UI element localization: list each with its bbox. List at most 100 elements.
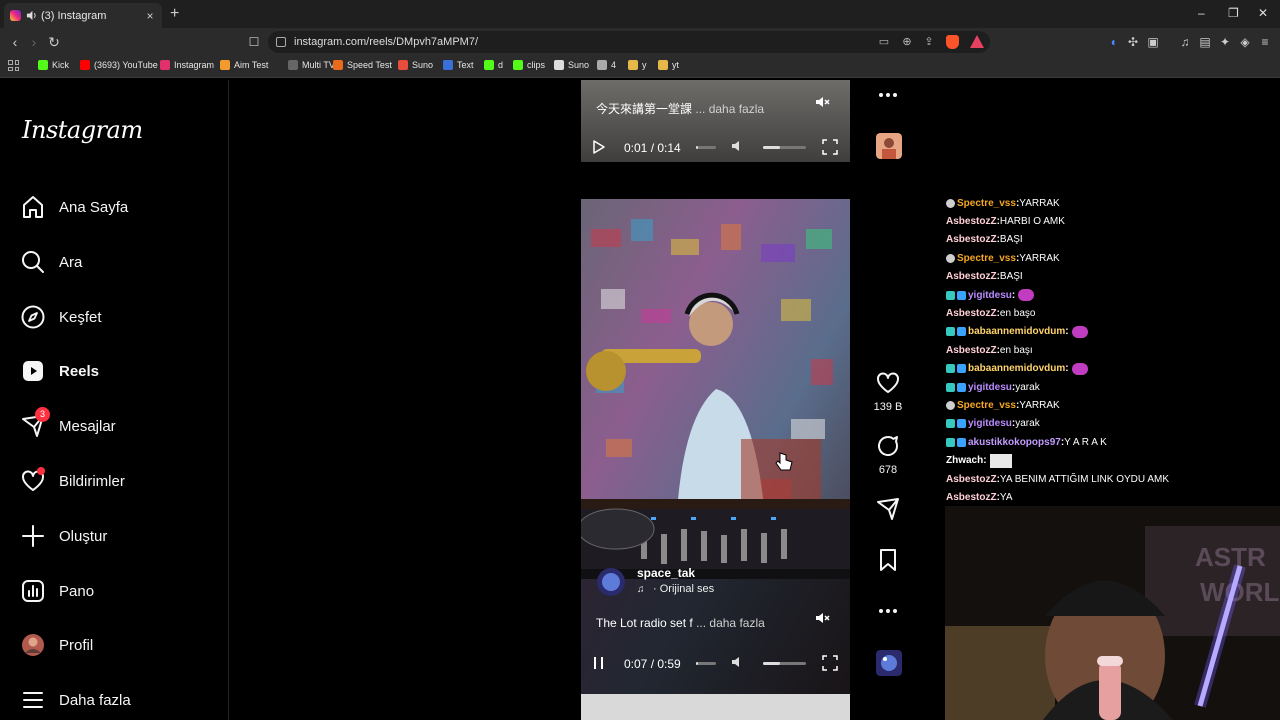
nav-notifications[interactable]: Bildirimler — [20, 466, 220, 496]
bookmark-item[interactable]: (3693) YouTube — [80, 60, 158, 70]
nav-reels[interactable]: Reels — [20, 356, 220, 386]
menu-icon[interactable]: ≡ — [1258, 35, 1272, 49]
chat-username[interactable]: yigitdesu — [968, 290, 1012, 301]
chat-username[interactable]: AsbestozZ — [946, 234, 997, 245]
nav-explore[interactable]: Keşfet — [20, 302, 220, 332]
bookmark-icon — [484, 60, 494, 70]
comment-icon[interactable] — [875, 433, 901, 459]
browser-tab[interactable]: (3) Instagram × — [4, 3, 162, 28]
more-options-icon[interactable] — [875, 598, 901, 624]
new-tab-button[interactable]: + — [170, 5, 179, 23]
chat-text: yarak — [1015, 381, 1040, 393]
share-icon[interactable]: ⇪ — [922, 35, 936, 49]
reel-next[interactable] — [581, 694, 850, 720]
bookmark-item[interactable]: Multi TV — [288, 60, 335, 70]
chat-username[interactable]: Spectre_vss — [957, 198, 1016, 209]
bookmark-item[interactable]: y — [628, 60, 647, 70]
reload-button[interactable]: ↻ — [45, 33, 63, 51]
sidebar-icon[interactable]: ▣ — [1146, 35, 1160, 49]
chat-username[interactable]: akustikkokopops97 — [968, 437, 1061, 448]
fullscreen-icon[interactable] — [822, 139, 838, 155]
bookmark-item[interactable]: Aim Test — [220, 60, 268, 70]
chat-username[interactable]: AsbestozZ — [946, 216, 997, 227]
instagram-logo[interactable]: Instagram — [22, 116, 143, 144]
site-info-icon[interactable] — [276, 37, 286, 47]
chat-username[interactable]: AsbestozZ — [946, 474, 997, 485]
apps-grid-icon[interactable] — [8, 60, 19, 71]
chat-username[interactable]: babaannemidovdum — [968, 363, 1065, 374]
bookmark-item[interactable]: Speed Test — [333, 60, 392, 70]
chat-text: YA — [999, 491, 1013, 503]
brave-rewards-icon[interactable] — [970, 35, 984, 48]
vpn-icon[interactable]: ◈ — [1238, 35, 1252, 49]
bookmark-item[interactable]: d — [484, 60, 503, 70]
bookmark-item[interactable]: Text — [443, 60, 474, 70]
audio-thumbnail[interactable] — [876, 133, 902, 159]
brave-shields-icon[interactable] — [946, 35, 959, 49]
forward-button[interactable]: › — [25, 33, 43, 51]
chat-username[interactable]: AsbestozZ — [946, 492, 997, 503]
chat-username[interactable]: Spectre_vss — [957, 400, 1016, 411]
audio-label[interactable]: · Orijinal ses — [653, 583, 714, 595]
maximize-button[interactable]: ❐ — [1228, 6, 1239, 20]
back-button[interactable]: ‹ — [6, 33, 24, 51]
more-link[interactable]: ... daha fazla — [695, 102, 764, 116]
speaker-icon[interactable] — [26, 10, 37, 21]
reel-current[interactable]: space_tak ♫ · Orijinal ses The Lot radio… — [581, 199, 850, 695]
cast-icon[interactable]: ▭ — [877, 35, 891, 49]
minimize-button[interactable]: – — [1198, 6, 1205, 20]
extensions-icon[interactable]: ✣ — [1126, 35, 1140, 49]
nav-more[interactable]: Daha fazla — [20, 685, 220, 715]
messages-badge: 3 — [35, 407, 50, 422]
progress-track[interactable] — [696, 146, 716, 149]
chat-username[interactable]: yigitdesu — [968, 382, 1012, 393]
audio-thumbnail[interactable] — [876, 650, 902, 676]
audio-extension-icon[interactable]: ◖ — [1106, 35, 1120, 49]
nav-search[interactable]: Ara — [20, 247, 220, 277]
play-icon[interactable] — [593, 140, 605, 154]
bookmark-item[interactable]: Suno — [554, 60, 589, 70]
like-icon[interactable] — [875, 370, 901, 396]
creator-username[interactable]: space_tak — [637, 566, 695, 580]
chat-username[interactable]: Spectre_vss — [957, 253, 1016, 264]
chat-username[interactable]: AsbestozZ — [946, 308, 997, 319]
nav-messages[interactable]: 3 Mesajlar — [20, 407, 220, 441]
zoom-icon[interactable]: ⊕ — [900, 35, 914, 49]
leo-icon[interactable]: ✦ — [1218, 35, 1232, 49]
bookmark-icon[interactable]: ☐ — [245, 33, 263, 51]
creator-avatar[interactable] — [596, 567, 626, 597]
tab-close-icon[interactable]: × — [144, 9, 156, 23]
chat-username[interactable]: babaannemidovdum — [968, 326, 1065, 337]
bookmark-item[interactable]: clips — [513, 60, 545, 70]
volume-icon[interactable] — [731, 655, 745, 669]
save-icon[interactable] — [875, 547, 901, 573]
reels-icon — [23, 361, 43, 381]
bookmark-item[interactable]: Instagram — [160, 60, 214, 70]
bookmark-item[interactable]: Kick — [38, 60, 69, 70]
volume-icon[interactable] — [731, 139, 745, 153]
share-icon[interactable] — [875, 496, 901, 522]
more-link[interactable]: ... daha fazla — [696, 616, 765, 630]
nav-dashboard[interactable]: Pano — [20, 576, 220, 606]
pause-icon[interactable] — [593, 656, 605, 670]
progress-track[interactable] — [696, 662, 716, 665]
fullscreen-icon[interactable] — [822, 655, 838, 671]
nav-profile[interactable]: Profil — [20, 630, 220, 660]
chat-username[interactable]: AsbestozZ — [946, 345, 997, 356]
nav-create[interactable]: Oluştur — [20, 521, 220, 551]
bookmark-item[interactable]: 4 — [597, 60, 616, 70]
chat-username[interactable]: Zhwach — [946, 455, 983, 466]
chat-username[interactable]: AsbestozZ — [946, 271, 997, 282]
wallet-icon[interactable]: ▤ — [1198, 35, 1212, 49]
more-options-icon[interactable] — [875, 82, 901, 108]
close-window-button[interactable]: ✕ — [1258, 6, 1268, 20]
media-icon[interactable]: ♫ — [1178, 35, 1192, 49]
chat-username[interactable]: yigitdesu — [968, 418, 1012, 429]
mute-icon[interactable] — [814, 610, 830, 626]
bookmark-item[interactable]: yt — [658, 60, 679, 70]
mute-icon[interactable] — [814, 94, 830, 110]
bookmark-item[interactable]: Suno — [398, 60, 433, 70]
cursor-hand-icon — [775, 452, 793, 471]
nav-home[interactable]: Ana Sayfa — [20, 192, 220, 222]
reel-previous[interactable]: 今天來講第一堂課 ... daha fazla 0:01 / 0:14 — [581, 80, 850, 162]
